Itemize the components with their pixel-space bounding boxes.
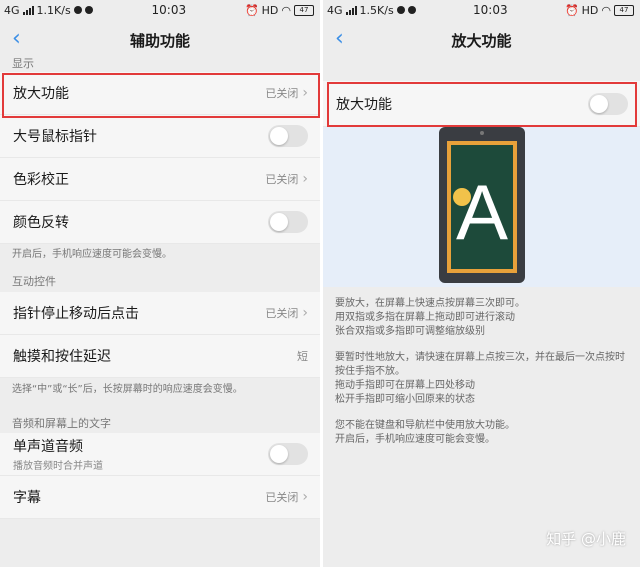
left-screen: 4G 1.1K/s 10:03 ⏰ HD ◠ 47 ‹ 辅助功能 显示 放大功能… <box>0 0 320 567</box>
status-bar: 4G 1.1K/s 10:03 ⏰ HD ◠ 47 <box>0 0 320 20</box>
hd-label: HD <box>581 3 599 17</box>
row-value: 已关闭 <box>265 87 299 100</box>
row-mono-audio[interactable]: 单声道音频 播放音频时合并声道 <box>0 433 320 476</box>
instruction-paragraph-3: 您不能在键盘和导航栏中使用放大功能。 开启后，手机响应速度可能会变慢。 <box>335 420 515 445</box>
wifi-icon: ◠ <box>601 3 611 17</box>
phone-illustration: A <box>439 127 525 283</box>
row-value: 已关闭 <box>265 307 299 320</box>
notification-icon <box>84 6 93 14</box>
interaction-note: 选择“中”或“长”后，长按屏幕时的响应速度会变慢。 <box>12 384 243 395</box>
wifi-icon: ◠ <box>281 3 291 17</box>
row-magnification-switch[interactable]: 放大功能 <box>323 81 640 127</box>
row-color-correction[interactable]: 色彩校正 已关闭 › <box>0 158 320 201</box>
row-label: 大号鼠标指针 <box>13 129 97 145</box>
row-color-inversion[interactable]: 颜色反转 <box>0 201 320 244</box>
row-label: 触摸和按住延迟 <box>13 349 111 365</box>
row-large-pointer[interactable]: 大号鼠标指针 <box>0 115 320 158</box>
section-header-display: 显示 <box>12 57 34 70</box>
row-label: 指针停止移动后点击 <box>13 306 139 322</box>
mono-audio-toggle[interactable] <box>268 443 308 465</box>
row-sublabel: 播放音频时合并声道 <box>13 461 103 472</box>
magnification-toggle[interactable] <box>588 92 628 115</box>
display-note: 开启后，手机响应速度可能会变慢。 <box>12 249 172 260</box>
large-pointer-toggle[interactable] <box>268 125 308 147</box>
chevron-right-icon: › <box>302 489 308 505</box>
row-magnification[interactable]: 放大功能 已关闭 › <box>0 72 320 115</box>
notification-icon <box>73 6 82 14</box>
row-captions[interactable]: 字幕 已关闭 › <box>0 476 320 519</box>
battery-icon: 47 <box>614 4 634 16</box>
row-label: 放大功能 <box>336 96 392 113</box>
notification-icon <box>407 6 416 14</box>
alarm-icon: ⏰ <box>564 3 579 17</box>
signal-icon <box>22 5 34 15</box>
row-label: 色彩校正 <box>13 172 69 188</box>
network-speed: 1.1K/s <box>36 3 71 17</box>
section-header-interaction: 互动控件 <box>12 275 56 288</box>
instruction-paragraph-2: 要暂时性地放大，请快速在屏幕上点按三次，并在最后一次点按时按住手指不放。 拖动手… <box>335 352 625 405</box>
magnified-letter: A <box>456 168 508 256</box>
chevron-right-icon: › <box>302 171 308 187</box>
row-value: 已关闭 <box>265 173 299 186</box>
clock: 10:03 <box>151 3 187 17</box>
row-value: 短 <box>297 350 308 363</box>
battery-icon: 47 <box>294 4 314 16</box>
row-label: 颜色反转 <box>13 215 69 231</box>
hd-label: HD <box>261 3 279 17</box>
section-header-audio: 音频和屏幕上的文字 <box>12 417 111 430</box>
nav-bar: ‹ 辅助功能 <box>0 20 320 60</box>
nav-bar: ‹ 放大功能 <box>323 20 640 60</box>
right-screen: 4G 1.5K/s 10:03 ⏰ HD ◠ 47 ‹ 放大功能 放大功能 A <box>323 0 640 567</box>
clock: 10:03 <box>473 3 508 17</box>
network-label: 4G <box>327 3 343 17</box>
instruction-paragraph-1: 要放大，在屏幕上快速点按屏幕三次即可。 用双指或多指在屏幕上拖动即可进行滚动 张… <box>335 298 525 337</box>
magnification-illustration: A <box>323 127 640 287</box>
row-touch-hold-delay[interactable]: 触摸和按住延迟 短 <box>0 335 320 378</box>
notification-icon <box>396 6 405 14</box>
row-label: 字幕 <box>13 490 41 506</box>
network-speed: 1.5K/s <box>359 3 394 17</box>
page-title: 放大功能 <box>451 32 512 50</box>
status-bar: 4G 1.5K/s 10:03 ⏰ HD ◠ 47 <box>323 0 640 20</box>
signal-icon <box>345 5 357 15</box>
row-label: 放大功能 <box>13 86 69 102</box>
row-value: 已关闭 <box>265 491 299 504</box>
network-label: 4G <box>4 3 20 17</box>
page-title: 辅助功能 <box>129 32 190 50</box>
watermark: 知乎 @小鹿 <box>546 530 626 548</box>
chevron-right-icon: › <box>302 85 308 101</box>
row-label: 单声道音频 <box>13 439 83 455</box>
alarm-icon: ⏰ <box>244 3 259 17</box>
chevron-right-icon: › <box>302 305 308 321</box>
color-inversion-toggle[interactable] <box>268 211 308 233</box>
row-dwell-click[interactable]: 指针停止移动后点击 已关闭 › <box>0 292 320 335</box>
